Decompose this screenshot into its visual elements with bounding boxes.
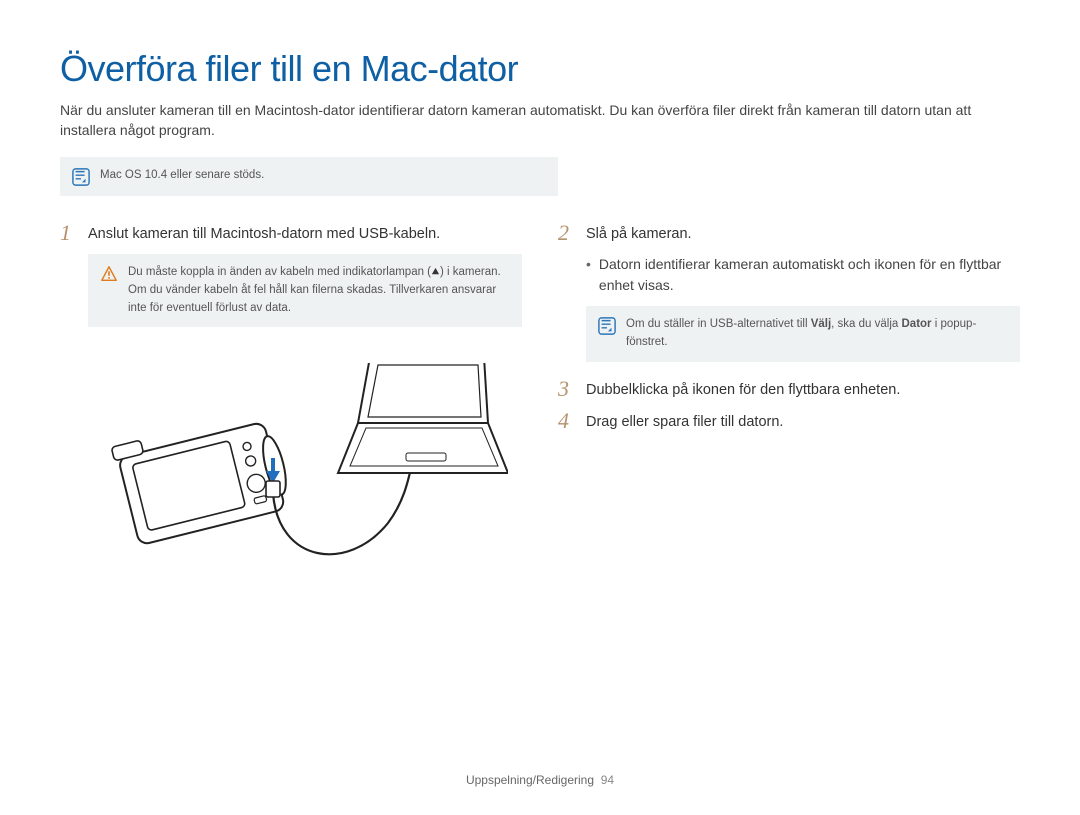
right-note-box: Om du ställer in USB-alternativet till V… [586,306,1020,362]
step-1-text: Anslut kameran till Macintosh-datorn med… [88,222,440,244]
right-note-text: Om du ställer in USB-alternativet till V… [626,316,1006,352]
left-column: 1 Anslut kameran till Macintosh-datorn m… [60,222,522,755]
note-bold-dator: Dator [902,318,932,330]
triangle-up-icon [431,267,440,276]
warning-text: Du måste koppla in änden av kabeln med i… [128,264,508,317]
step-2-bullet-text: Datorn identifierar kameran automatiskt … [599,254,1020,296]
page-title: Överföra filer till en Mac-dator [60,48,1020,90]
step-3-text: Dubbelklicka på ikonen för den flyttbara… [586,378,900,400]
top-note-box: Mac OS 10.4 eller senare stöds. [60,157,558,196]
footer-section: Uppspelning/Redigering [466,773,594,787]
connection-diagram [88,363,508,593]
note-bold-valj: Välj [811,318,831,330]
step-4: 4 Drag eller spara filer till datorn. [558,410,1020,432]
note-icon [598,317,616,335]
step-2-number: 2 [558,222,576,244]
step-2-text: Slå på kameran. [586,222,692,244]
step-4-text: Drag eller spara filer till datorn. [586,410,783,432]
step-1: 1 Anslut kameran till Macintosh-datorn m… [60,222,522,244]
footer-page-number: 94 [601,773,614,787]
note-part-a: Om du ställer in USB-alternativet till [626,318,811,330]
step-1-number: 1 [60,222,78,244]
step-4-number: 4 [558,410,576,432]
top-note-text: Mac OS 10.4 eller senare stöds. [100,167,264,184]
right-column: 2 Slå på kameran. Datorn identifierar ka… [558,222,1020,755]
note-part-c: , ska du välja [831,318,901,330]
step-2-bullet: Datorn identifierar kameran automatiskt … [586,254,1020,296]
warning-box: Du måste koppla in änden av kabeln med i… [88,254,522,327]
page-footer: Uppspelning/Redigering 94 [60,755,1020,787]
step-3: 3 Dubbelklicka på ikonen för den flyttba… [558,378,1020,400]
step-3-number: 3 [558,378,576,400]
content-columns: 1 Anslut kameran till Macintosh-datorn m… [60,222,1020,755]
note-icon [72,168,90,186]
step-2: 2 Slå på kameran. [558,222,1020,244]
intro-text: När du ansluter kameran till en Macintos… [60,100,1020,141]
warning-icon [100,265,118,283]
warning-text-pre: Du måste koppla in änden av kabeln med i… [128,266,431,278]
